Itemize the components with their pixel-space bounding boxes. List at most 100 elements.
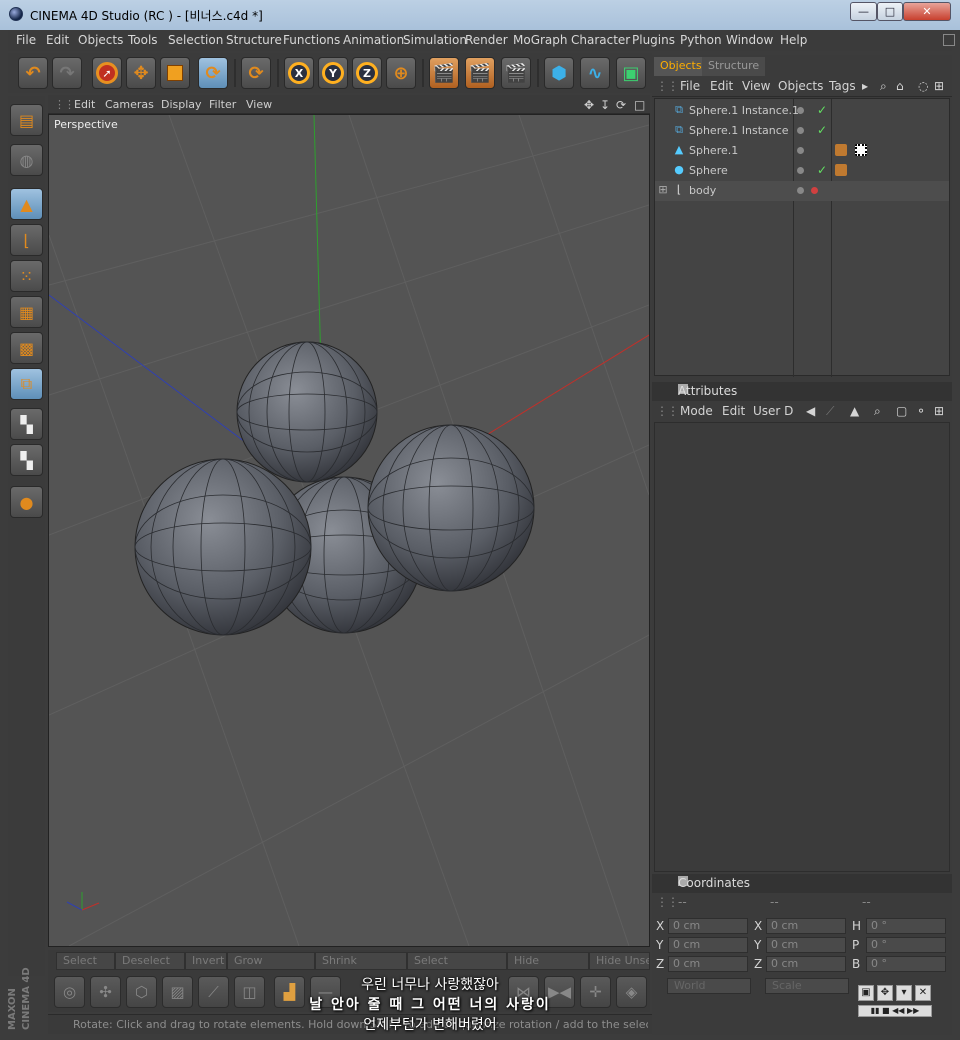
render-view-button[interactable]: 🎬	[429, 57, 459, 89]
attr-menu-edit[interactable]: Edit	[722, 404, 745, 418]
visibility-dot[interactable]	[797, 187, 804, 194]
nurbs-object-button[interactable]: ▣	[616, 57, 646, 89]
enabled-check-icon[interactable]: ✓	[817, 123, 827, 137]
lock-icon[interactable]: ▢	[896, 404, 907, 418]
menu-objects[interactable]: Objects	[78, 33, 123, 47]
object-row[interactable]: ⧉ Sphere.1 Instance ✓	[655, 121, 949, 141]
back-arrow-icon[interactable]: ◀	[806, 404, 815, 418]
viewport-menu-edit[interactable]: Edit	[74, 98, 95, 111]
menu-tools[interactable]: Tools	[128, 33, 158, 47]
layout-icon[interactable]	[943, 34, 955, 46]
viewport-rotate-icon[interactable]: ⟳	[616, 98, 626, 112]
point-mode-button[interactable]: ⁙	[10, 260, 43, 292]
object-row[interactable]: ▲ Sphere.1	[655, 141, 949, 161]
size-y-field[interactable]: 0 cm	[766, 937, 846, 953]
edge-mode-button[interactable]: ▦	[10, 296, 43, 328]
coordinate-system-button[interactable]: ⊕	[386, 57, 416, 89]
uv-mode-button[interactable]: ⧉	[10, 368, 43, 400]
object-row[interactable]: ⧉ Sphere.1 Instance.1 ✓	[655, 101, 949, 121]
close-icon[interactable]: ✕	[915, 985, 931, 1001]
brush-button[interactable]: ⟋	[198, 976, 229, 1008]
z-axis-lock-button[interactable]: Z	[352, 57, 382, 89]
recent-tool-button[interactable]: ⟳	[241, 57, 271, 89]
y-axis-lock-button[interactable]: Y	[318, 57, 348, 89]
maximize-button[interactable]: □	[877, 2, 903, 21]
tab-objects[interactable]: Objects	[654, 57, 708, 76]
rotate-button[interactable]: ⟳	[198, 57, 228, 89]
move-button[interactable]: ✥	[126, 57, 156, 89]
menu-help[interactable]: Help	[780, 33, 807, 47]
menu-structure[interactable]: Structure	[226, 33, 282, 47]
pos-x-field[interactable]: 0 cm	[668, 918, 748, 934]
more-arrow-icon[interactable]: ▸	[862, 79, 868, 93]
select-connected-button[interactable]: Select Connected	[407, 952, 507, 983]
scale-button[interactable]	[160, 57, 190, 89]
viewport-menu-view[interactable]: View	[246, 98, 272, 111]
spline-object-button[interactable]: ∿	[580, 57, 610, 89]
rot-h-field[interactable]: 0 °	[866, 918, 946, 934]
make-editable-button[interactable]: ▤	[10, 104, 43, 136]
menu-render[interactable]: Render	[465, 33, 508, 47]
render-dot[interactable]	[811, 187, 818, 194]
grow-selection-button[interactable]: Grow Selection	[227, 952, 315, 983]
texture-mode-button[interactable]: ◍	[10, 144, 43, 176]
viewport-move-icon[interactable]: ✥	[584, 98, 594, 112]
viewport-menu-display[interactable]: Display	[161, 98, 202, 111]
menu-window[interactable]: Window	[726, 33, 773, 47]
up-arrow-icon[interactable]: ▲	[850, 404, 859, 418]
menu-file[interactable]: File	[16, 33, 36, 47]
close-button[interactable]: ✕	[903, 2, 951, 21]
redo-button[interactable]: ↷	[52, 57, 82, 89]
viewport-zoom-icon[interactable]: ↧	[600, 98, 610, 112]
undo-button[interactable]: ↶	[18, 57, 48, 89]
forward-icon[interactable]: ⟋	[826, 404, 834, 419]
add-points-button[interactable]: ✣	[90, 976, 121, 1008]
viewport-menu-filter[interactable]: Filter	[209, 98, 236, 111]
sphere-top[interactable]	[236, 341, 378, 483]
polygon-mode-button[interactable]: ▩	[10, 332, 43, 364]
viewport-maximize-icon[interactable]: □	[634, 98, 645, 112]
transport-bar[interactable]: ▮▮ ■ ◀◀ ▶▶	[858, 1005, 932, 1017]
render-settings-button[interactable]: 🎬	[501, 57, 531, 89]
attr-menu-mode[interactable]: Mode	[680, 404, 713, 418]
menu-animation[interactable]: Animation	[343, 33, 404, 47]
object-row[interactable]: ⊞ ⌊ body	[655, 181, 949, 201]
workplane-button[interactable]: ▚	[10, 444, 43, 476]
sphere-left[interactable]	[134, 458, 312, 636]
rot-b-field[interactable]: 0 °	[866, 956, 946, 972]
pos-y-field[interactable]: 0 cm	[668, 937, 748, 953]
eye-icon[interactable]: ◌	[918, 79, 928, 93]
visibility-dot[interactable]	[797, 107, 804, 114]
object-row[interactable]: ● Sphere ✓	[655, 161, 949, 181]
texture-tag-icon[interactable]	[855, 144, 867, 156]
menu-edit[interactable]: Edit	[46, 33, 69, 47]
mesh-tool-button[interactable]: ◎	[54, 976, 85, 1008]
scale-dropdown[interactable]: Scale	[765, 978, 849, 994]
size-x-field[interactable]: 0 cm	[766, 918, 846, 934]
viewport-menu-cameras[interactable]: Cameras	[105, 98, 154, 111]
rot-p-field[interactable]: 0 °	[866, 937, 946, 953]
cube-object-button[interactable]: ⬢	[544, 57, 574, 89]
hide-unselected-button[interactable]: Hide Unsele	[589, 952, 650, 970]
expand-icon[interactable]: ⊞	[657, 184, 669, 196]
object-menu-file[interactable]: File	[680, 79, 700, 93]
material-tag-icon[interactable]	[835, 144, 847, 156]
search-icon[interactable]: ⌕	[880, 79, 887, 94]
home-icon[interactable]: ⌂	[896, 79, 904, 93]
invert-button[interactable]: Invert	[185, 952, 227, 970]
shrink-selection-button[interactable]: Shrink Selection	[315, 952, 407, 983]
object-menu-objects[interactable]: Objects	[778, 79, 823, 93]
menu-simulation[interactable]: Simulation	[403, 33, 467, 47]
deselect-all-button[interactable]: Deselect All	[115, 952, 185, 983]
enabled-check-icon[interactable]: ✓	[817, 103, 827, 117]
menu-selection[interactable]: Selection	[168, 33, 223, 47]
model-mode-button[interactable]: ▲	[10, 188, 43, 220]
select-all-button[interactable]: Select All	[56, 952, 115, 983]
object-axis-mode-button[interactable]: ⌊	[10, 224, 43, 256]
menu-plugins[interactable]: Plugins	[632, 33, 675, 47]
record-icon[interactable]: ▣	[858, 985, 874, 1001]
x-axis-lock-button[interactable]: X	[284, 57, 314, 89]
search-icon[interactable]: ⌕	[874, 404, 881, 419]
move-icon[interactable]: ✥	[877, 985, 893, 1001]
tab-structure[interactable]: Structure	[702, 57, 766, 76]
